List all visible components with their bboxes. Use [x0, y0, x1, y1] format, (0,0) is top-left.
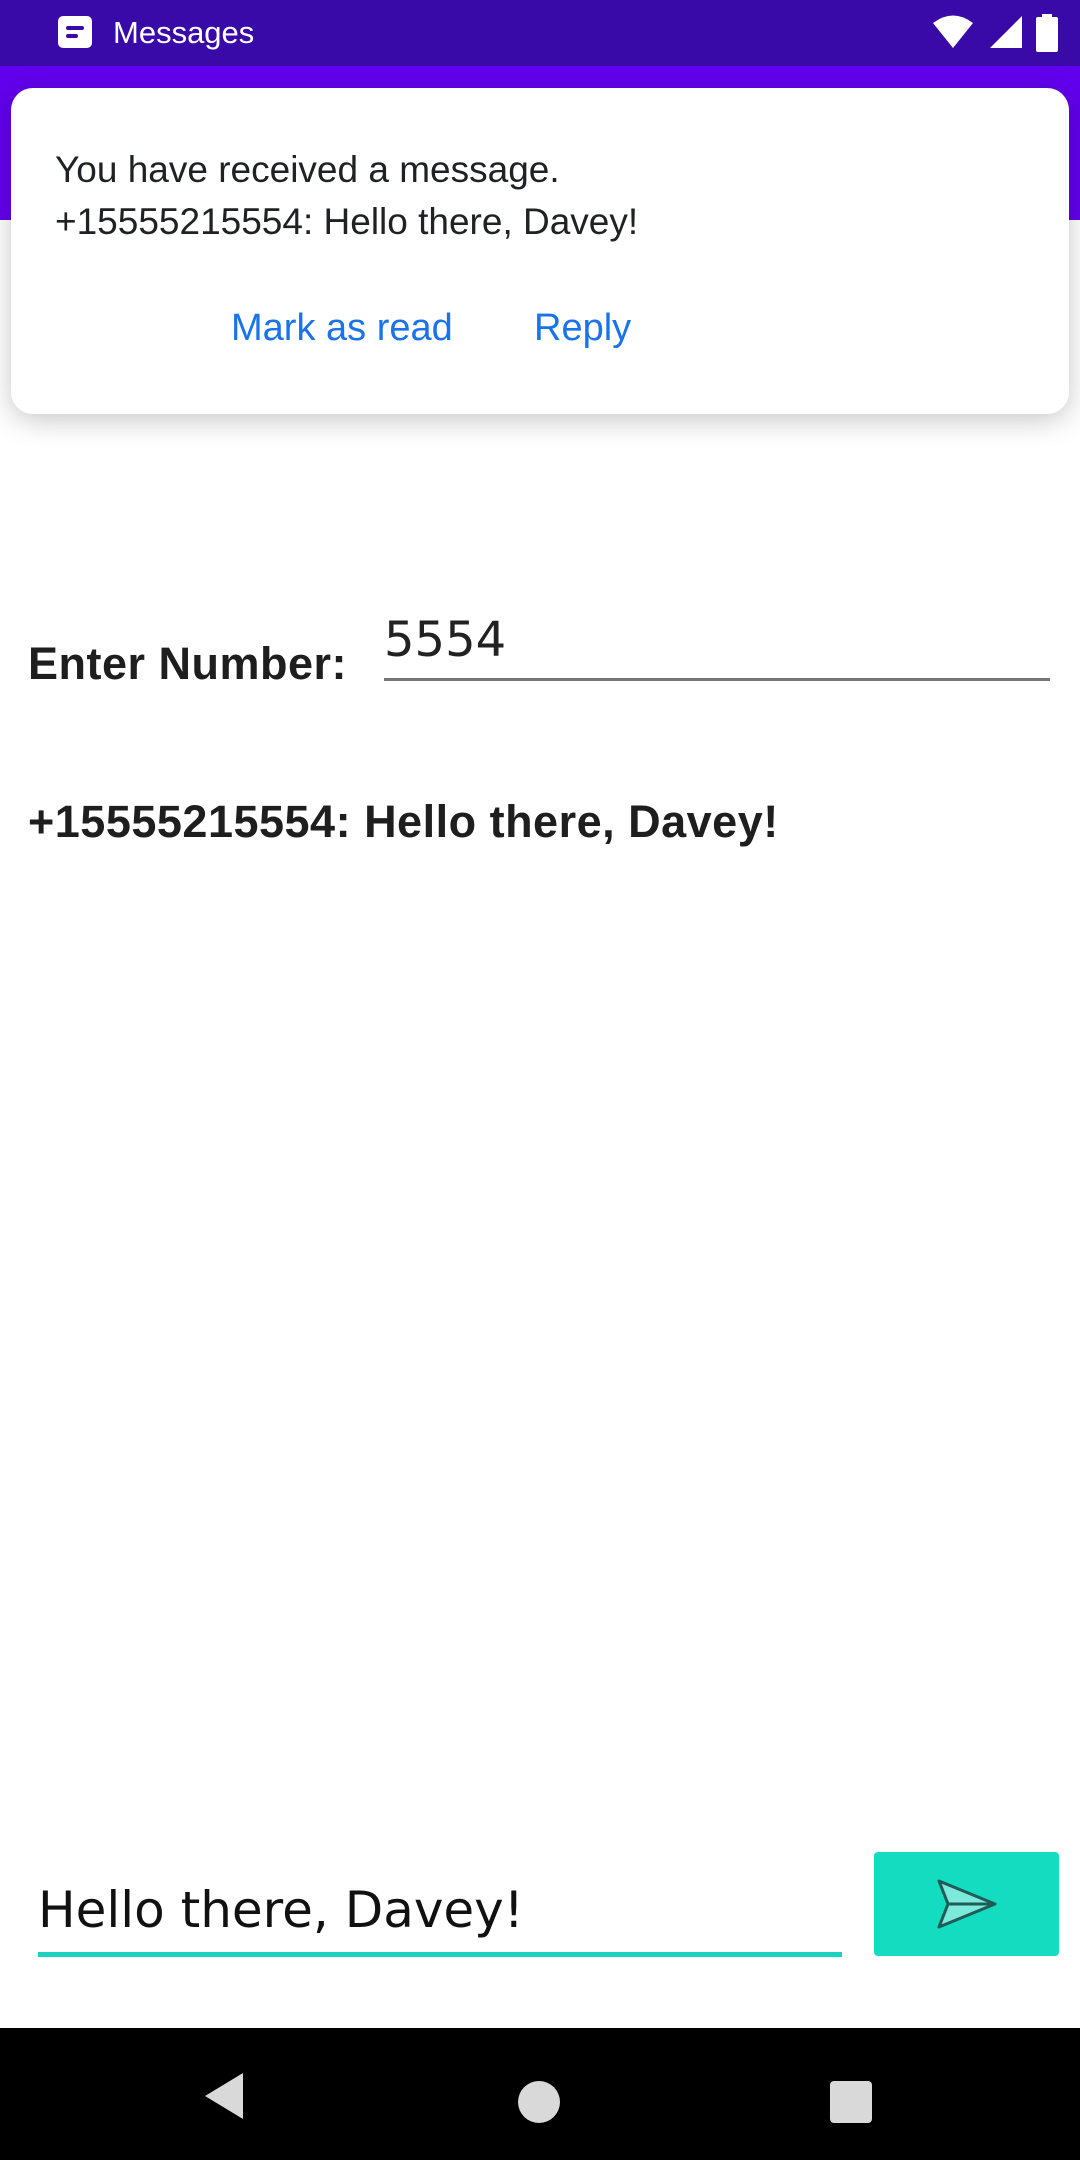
- back-icon[interactable]: [203, 2071, 247, 2121]
- status-app-name: Messages: [113, 15, 255, 50]
- message-input[interactable]: [38, 1868, 842, 1957]
- recents-icon[interactable]: [830, 2081, 872, 2123]
- received-message: +15555215554: Hello there, Davey!: [28, 796, 779, 847]
- navigation-bar: [0, 2028, 1080, 2160]
- message-notification[interactable]: You have received a message. +1555521555…: [11, 88, 1069, 414]
- notification-title: You have received a message.: [55, 149, 560, 190]
- send-button[interactable]: [874, 1852, 1059, 1956]
- battery-icon: [1036, 14, 1058, 52]
- status-bar: Messages: [0, 0, 1080, 66]
- send-icon: [937, 1879, 997, 1929]
- notification-body: +15555215554: Hello there, Davey!: [55, 201, 639, 242]
- number-input[interactable]: [384, 602, 1050, 681]
- enter-number-label: Enter Number:: [28, 638, 348, 689]
- status-icons: [923, 14, 1058, 52]
- messages-app-icon: [58, 16, 92, 48]
- signal-icon: [989, 16, 1022, 48]
- reply-button[interactable]: Reply: [534, 306, 631, 350]
- wifi-icon: [933, 15, 974, 48]
- home-icon[interactable]: [518, 2081, 560, 2123]
- mark-as-read-button[interactable]: Mark as read: [231, 306, 453, 350]
